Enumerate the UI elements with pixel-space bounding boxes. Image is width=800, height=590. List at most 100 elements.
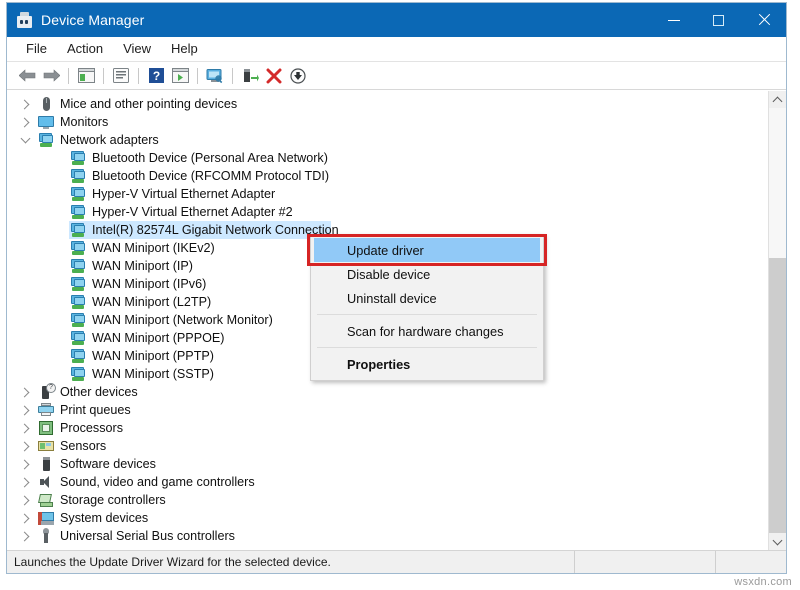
download-icon[interactable] (286, 65, 310, 87)
tree-row-content: WAN Miniport (SSTP) (7, 365, 214, 383)
monitor-icon (37, 113, 55, 131)
close-button[interactable] (741, 3, 786, 37)
processor-icon (37, 419, 55, 437)
uninstall-device-icon[interactable] (262, 65, 286, 87)
scrollbar-thumb[interactable] (769, 258, 786, 533)
tree-row-content: Software devices (7, 455, 156, 473)
tree-item-label: WAN Miniport (IKEv2) (92, 239, 215, 257)
toolbar-separator (68, 68, 69, 84)
tree-row[interactable]: Monitors (7, 113, 768, 131)
tree-row[interactable]: Sound, video and game controllers (7, 473, 768, 491)
device-manager-window: Device Manager File Action View Help (6, 2, 787, 574)
network-adapter-icon (69, 365, 87, 383)
minimize-button[interactable] (651, 3, 696, 37)
tree-item-label: Print queues (60, 401, 131, 419)
context-menu-separator (317, 314, 537, 315)
usb-icon (37, 527, 55, 545)
tree-row[interactable]: System devices (7, 509, 768, 527)
tree-row[interactable]: Hyper-V Virtual Ethernet Adapter (7, 185, 768, 203)
maximize-button[interactable] (696, 3, 741, 37)
svg-text:?: ? (152, 69, 159, 83)
tree-row[interactable]: Hyper-V Virtual Ethernet Adapter #2 (7, 203, 768, 221)
scroll-up-button[interactable] (769, 91, 786, 108)
tree-item-label: Software devices (60, 455, 156, 473)
properties-icon[interactable] (109, 65, 133, 87)
tree-row-content: Storage controllers (7, 491, 166, 509)
tree-row-content: Sound, video and game controllers (7, 473, 255, 491)
network-adapter-icon (37, 131, 55, 149)
context-menu-item-disable-device[interactable]: Disable device (311, 262, 543, 286)
back-arrow-icon[interactable] (15, 65, 39, 87)
help-icon[interactable]: ? (144, 65, 168, 87)
context-menu[interactable]: Update driverDisable deviceUninstall dev… (310, 234, 544, 381)
status-pane-2 (715, 551, 786, 573)
tree-row[interactable]: Print queues (7, 401, 768, 419)
context-menu-item-scan-for-hardware-changes[interactable]: Scan for hardware changes (311, 319, 543, 343)
tree-row-content: Monitors (7, 113, 108, 131)
toolbar-separator (197, 68, 198, 84)
forward-arrow-icon[interactable] (39, 65, 63, 87)
tree-row-content: Bluetooth Device (RFCOMM Protocol TDI) (7, 167, 329, 185)
tree-item-label: System devices (60, 509, 148, 527)
tree-row[interactable]: ?Other devices (7, 383, 768, 401)
show-hide-console-tree-icon[interactable] (74, 65, 98, 87)
toolbar-separator (232, 68, 233, 84)
tree-item-label: WAN Miniport (IPv6) (92, 275, 206, 293)
tree-item-label: Bluetooth Device (RFCOMM Protocol TDI) (92, 167, 329, 185)
network-adapter-icon (69, 149, 87, 167)
scroll-down-button[interactable] (769, 533, 786, 550)
tree-row[interactable]: Software devices (7, 455, 768, 473)
chevron-down-icon (773, 535, 783, 545)
context-menu-item-uninstall-device[interactable]: Uninstall device (311, 286, 543, 310)
context-menu-item-properties[interactable]: Properties (311, 352, 543, 376)
tree-row-content: ?Other devices (7, 383, 138, 401)
tree-row-content: Sensors (7, 437, 106, 455)
tree-row-content: Bluetooth Device (Personal Area Network) (7, 149, 328, 167)
tree-row[interactable]: Storage controllers (7, 491, 768, 509)
tree-row[interactable]: Bluetooth Device (RFCOMM Protocol TDI) (7, 167, 768, 185)
tree-row-content: Network adapters (7, 131, 159, 149)
tree-item-label: Other devices (60, 383, 138, 401)
sensor-icon (37, 437, 55, 455)
tree-row-content: WAN Miniport (PPTP) (7, 347, 214, 365)
tree-item-label: Universal Serial Bus controllers (60, 527, 235, 545)
disable-device-icon[interactable] (238, 65, 262, 87)
tree-item-label: Storage controllers (60, 491, 166, 509)
status-pane-1 (574, 551, 715, 573)
tree-row[interactable]: Bluetooth Device (Personal Area Network) (7, 149, 768, 167)
tree-item-label: WAN Miniport (PPTP) (92, 347, 214, 365)
tree-row-content: Processors (7, 419, 123, 437)
software-device-icon (37, 455, 55, 473)
network-adapter-icon (69, 167, 87, 185)
scan-for-hardware-changes-icon[interactable] (203, 65, 227, 87)
toolbar-separator (138, 68, 139, 84)
screenshot-root: Device Manager File Action View Help (0, 0, 800, 590)
vertical-scrollbar[interactable] (768, 91, 786, 550)
network-adapter-icon (69, 293, 87, 311)
menu-item-action[interactable]: Action (57, 39, 113, 59)
watermark: wsxdn.com (734, 576, 792, 588)
menu-item-view[interactable]: View (113, 39, 161, 59)
tree-item-label: Processors (60, 419, 123, 437)
tree-row-content: WAN Miniport (IPv6) (7, 275, 206, 293)
menu-item-help[interactable]: Help (161, 39, 208, 59)
update-driver-icon[interactable] (168, 65, 192, 87)
chevron-up-icon (773, 96, 783, 106)
tree-row[interactable]: Universal Serial Bus controllers (7, 527, 768, 545)
tree-item-label: WAN Miniport (L2TP) (92, 293, 211, 311)
network-adapter-icon (69, 185, 87, 203)
toolbar-separator (103, 68, 104, 84)
tree-row-content: Hyper-V Virtual Ethernet Adapter (7, 185, 275, 203)
system-device-icon (37, 509, 55, 527)
tree-row[interactable]: Network adapters (7, 131, 768, 149)
tree-row[interactable]: Sensors (7, 437, 768, 455)
tree-row[interactable]: Processors (7, 419, 768, 437)
status-message: Launches the Update Driver Wizard for th… (7, 555, 574, 569)
tree-row-content: Intel(R) 82574L Gigabit Network Connecti… (7, 221, 339, 239)
sound-icon (37, 473, 55, 491)
menu-item-file[interactable]: File (16, 39, 57, 59)
scrollbar-track[interactable] (769, 108, 786, 533)
context-menu-item-update-driver[interactable]: Update driver (314, 238, 540, 262)
tree-row[interactable]: Mice and other pointing devices (7, 95, 768, 113)
tree-row-content: WAN Miniport (IP) (7, 257, 193, 275)
